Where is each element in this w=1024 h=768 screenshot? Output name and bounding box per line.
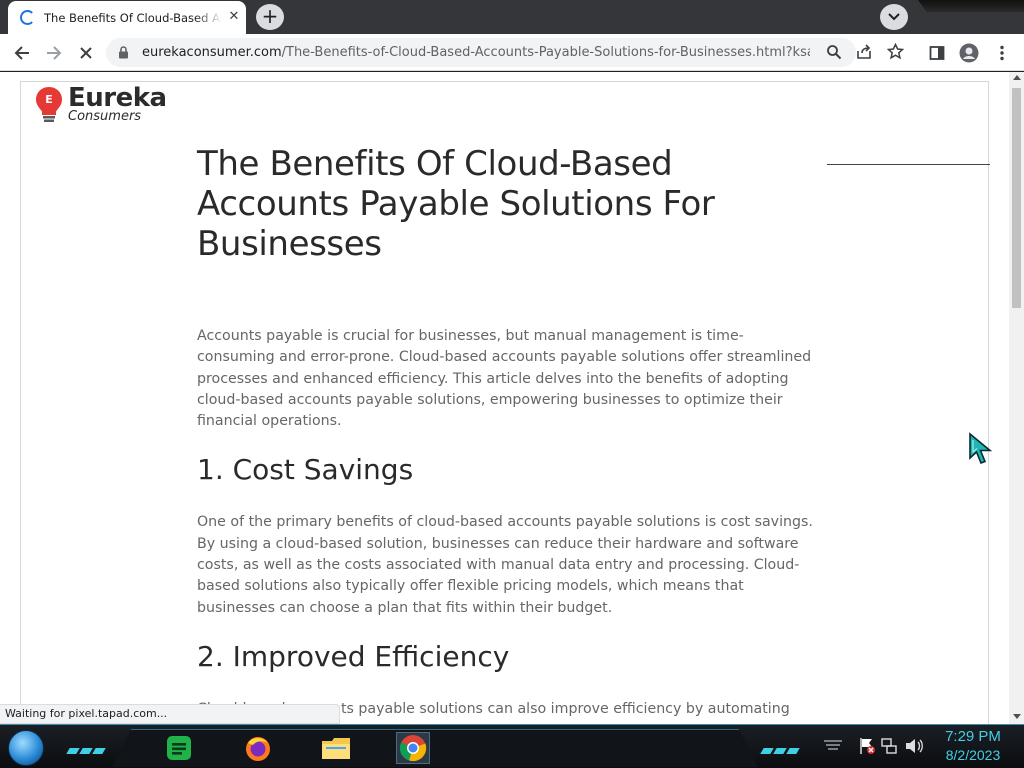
taskbar-decoration-left xyxy=(66,739,107,754)
arrow-left-icon xyxy=(14,46,29,60)
browser-toolbar: eurekaconsumer.com/The-Benefits-of-Cloud… xyxy=(0,34,1024,71)
article-title: The Benefits Of Cloud-Based Accounts Pay… xyxy=(197,144,715,264)
vertical-scrollbar[interactable] xyxy=(1009,72,1024,724)
search-icon[interactable] xyxy=(826,44,842,60)
show-hidden-icons-icon[interactable] xyxy=(822,737,844,753)
address-bar[interactable]: eurekaconsumer.com/The-Benefits-of-Cloud… xyxy=(106,38,904,67)
os-taskbar: 7:29 PM 8/2/2023 xyxy=(0,724,1024,768)
network-icon[interactable] xyxy=(880,737,898,755)
profile-button[interactable] xyxy=(956,40,982,66)
loading-spinner-icon xyxy=(20,10,35,25)
action-center-flag-icon[interactable] xyxy=(858,737,876,755)
start-button[interactable] xyxy=(8,730,44,766)
taskbar-app-area xyxy=(112,729,758,767)
back-button[interactable] xyxy=(9,40,35,66)
side-panel-button[interactable] xyxy=(924,40,950,66)
taskbar-app-chrome[interactable] xyxy=(396,732,430,764)
bookmark-star-icon[interactable] xyxy=(887,43,904,60)
arrow-right-icon xyxy=(47,46,62,60)
side-panel-icon xyxy=(929,46,945,60)
tab-search-button[interactable] xyxy=(880,4,908,30)
taskbar-app-file-explorer[interactable] xyxy=(319,732,353,764)
menu-button[interactable] xyxy=(989,40,1015,66)
scroll-down-arrow-icon[interactable] xyxy=(1013,714,1021,719)
site-logo[interactable]: E Eureka Consumers xyxy=(35,83,175,124)
clock-date: 8/2/2023 xyxy=(945,747,1001,763)
volume-icon[interactable] xyxy=(904,737,924,755)
clock-time: 7:29 PM xyxy=(945,728,1001,745)
logo-bulb-letter: E xyxy=(45,93,53,106)
share-icon[interactable] xyxy=(856,44,872,60)
browser-tab-active[interactable]: The Benefits Of Cloud-Based Accounts Pay… xyxy=(8,1,246,34)
tab-close-icon[interactable]: ✕ xyxy=(226,9,242,25)
mouse-cursor-icon xyxy=(969,432,993,465)
page-viewport: E Eureka Consumers The Benefits Of Cloud… xyxy=(0,72,1024,724)
spreadsheet-app-icon xyxy=(167,736,191,760)
status-bubble: Waiting for pixel.tapad.com... xyxy=(0,704,340,724)
lightbulb-icon: E xyxy=(36,87,62,122)
tab-strip: The Benefits Of Cloud-Based Accounts Pay… xyxy=(0,0,1024,34)
scroll-up-arrow-icon[interactable] xyxy=(1013,75,1021,80)
section-heading-improved-efficiency: 2. Improved Efficiency xyxy=(197,639,510,673)
url-host: eurekaconsumer.com xyxy=(142,45,282,60)
url-text[interactable]: eurekaconsumer.com/The-Benefits-of-Cloud… xyxy=(142,44,810,62)
url-path: /The-Benefits-of-Cloud-Based-Accounts-Pa… xyxy=(281,45,810,60)
avatar-icon xyxy=(959,43,979,63)
close-icon xyxy=(80,47,92,59)
forward-button[interactable] xyxy=(41,40,67,66)
article: The Benefits Of Cloud-Based Accounts Pay… xyxy=(197,144,817,720)
tab-title: The Benefits Of Cloud-Based Accounts Pay… xyxy=(44,11,222,25)
stop-loading-button[interactable] xyxy=(73,40,99,66)
new-tab-button[interactable]: + xyxy=(256,4,284,30)
taskbar-app-sheets[interactable] xyxy=(162,732,196,764)
kebab-menu-icon xyxy=(1000,45,1004,61)
sidebar-divider xyxy=(827,164,990,165)
taskbar-decoration-right xyxy=(760,739,801,754)
lock-icon xyxy=(119,46,128,59)
article-intro: Accounts payable is crucial for business… xyxy=(197,328,812,430)
window-frame-decoration xyxy=(918,0,1024,12)
section-body-cost-savings: One of the primary benefits of cloud-bas… xyxy=(197,514,813,616)
folder-icon xyxy=(322,738,350,759)
taskbar-clock[interactable]: 7:29 PM 8/2/2023 xyxy=(938,727,1008,764)
section-heading-cost-savings: 1. Cost Savings xyxy=(197,453,414,487)
page-container: E Eureka Consumers The Benefits Of Cloud… xyxy=(20,81,990,724)
taskbar-app-firefox[interactable] xyxy=(241,732,275,764)
firefox-icon xyxy=(246,737,270,761)
scrollbar-thumb[interactable] xyxy=(1012,88,1021,308)
logo-tagline: Consumers xyxy=(68,109,142,124)
chrome-icon xyxy=(399,735,427,762)
chevron-down-icon xyxy=(888,13,900,21)
